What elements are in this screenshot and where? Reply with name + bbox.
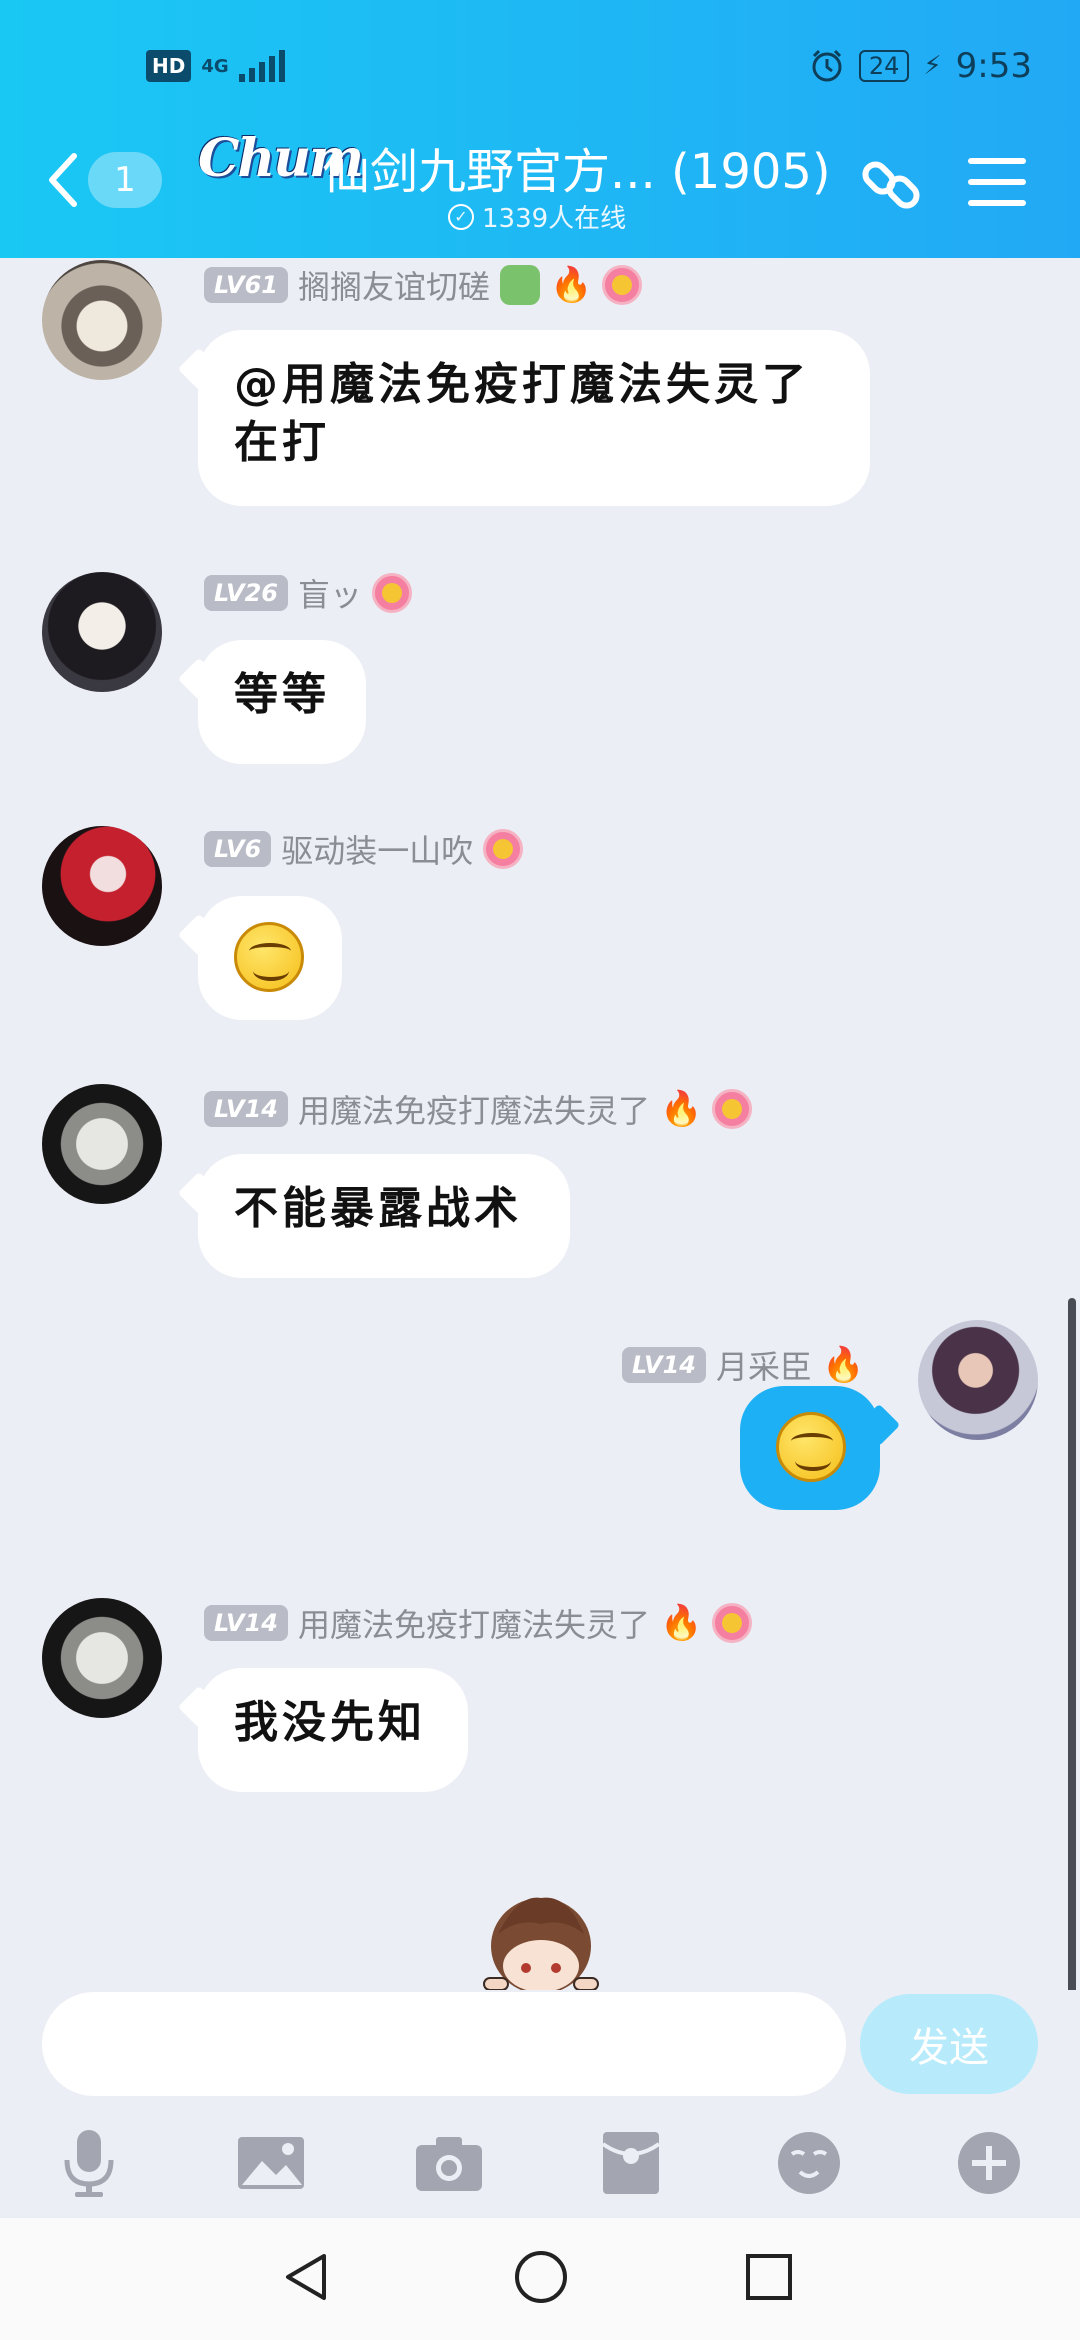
level-badge: LV14 [204,1091,288,1127]
sender-name[interactable]: 用魔法免疫打魔法失灵了 [298,1086,650,1132]
back-arrow-icon [49,153,77,207]
back-button[interactable]: 1 [46,150,162,210]
sender-meta: LV14 用魔法免疫打魔法失灵了 🔥 [204,1600,753,1646]
avatar[interactable] [42,572,162,692]
flower-badge-icon [712,1089,753,1129]
mascot-character-icon [483,1897,599,1990]
battery-level: 24 [858,50,910,82]
status-left: HD 4G [146,50,285,82]
sender-meta: LV14 月采臣 🔥 [622,1342,864,1388]
chat-header: HD 4G 24 ⚡ 9:53 1 Chum 仙剑九野官方... (1905) … [0,0,1080,258]
avatar[interactable] [42,826,162,946]
sender-meta: LV6 驱动装一山吹 [204,826,524,872]
group-member-count: (1905) [671,144,831,200]
sender-name[interactable]: 驱动装一山吹 [281,826,473,872]
online-count: 1339人在线 [482,204,627,234]
sender-meta: LV26 盲ッ [204,570,412,616]
smirk-emoji-icon [776,1412,846,1482]
online-status: ✓ 1339人在线 [448,198,626,235]
level-badge: LV6 [204,831,272,867]
hd-badge: HD [146,50,192,82]
message-bubble[interactable]: 不能暴露战术 [198,1154,570,1278]
message-bubble[interactable]: @用魔法免疫打魔法失灵了 在打 [198,330,870,506]
nav-home-icon[interactable] [506,2242,576,2312]
group-name: 仙剑九野官方... [322,144,656,200]
flower-badge-icon [483,829,524,869]
nav-back-icon[interactable] [272,2242,342,2312]
alarm-icon [812,49,842,82]
fire-badge-icon: 🔥 [821,1345,865,1385]
chat-scrollbar[interactable] [1068,1298,1076,1990]
unread-count: 1 [88,152,162,208]
fire-badge-icon: 🔥 [659,1089,703,1129]
message-input[interactable] [42,1992,846,2096]
sender-meta: LV14 用魔法免疫打魔法失灵了 🔥 [204,1086,753,1132]
dragon-badge-icon [499,265,540,305]
sender-name[interactable]: 搁搁友谊切磋 [298,262,490,308]
sender-name[interactable]: 盲ッ [298,570,362,616]
level-badge: LV26 [204,575,288,611]
send-button[interactable]: 发送 [860,1994,1038,2094]
signal-icon [238,50,285,82]
microphone-icon[interactable] [54,2128,124,2198]
message-list[interactable]: LV61 搁搁友谊切磋 🔥 @用魔法免疫打魔法失灵了 在打 LV26 盲ッ 等等… [0,258,1080,1990]
image-icon[interactable] [236,2128,306,2198]
sender-name[interactable]: 用魔法免疫打魔法失灵了 [298,1600,650,1646]
message-bubble[interactable] [740,1386,880,1510]
level-badge: LV14 [622,1347,706,1383]
fire-badge-icon: 🔥 [659,1603,703,1643]
flower-badge-icon [371,573,412,613]
message-bubble[interactable] [198,896,342,1020]
group-title[interactable]: 仙剑九野官方... (1905) [322,132,831,202]
message-bubble[interactable]: 我没先知 [198,1668,468,1792]
online-check-icon: ✓ [448,203,474,230]
link-icon[interactable] [856,150,928,220]
flower-badge-icon [712,1603,753,1643]
level-badge: LV61 [204,267,288,303]
message-bubble[interactable]: 等等 [198,640,366,764]
clock: 9:53 [955,46,1032,86]
status-bar: HD 4G 24 ⚡ 9:53 [0,0,1080,120]
input-toolbar [0,2120,1080,2220]
sender-meta: LV61 搁搁友谊切磋 🔥 [204,262,643,308]
avatar[interactable] [918,1320,1038,1440]
plus-icon[interactable] [954,2128,1024,2198]
level-badge: LV14 [204,1605,288,1641]
flower-badge-icon [602,265,643,305]
avatar[interactable] [42,1084,162,1204]
composer: 发送 [0,1990,1080,2100]
charging-icon: ⚡ [923,51,942,81]
red-packet-icon[interactable] [596,2128,666,2198]
sender-name[interactable]: 月采臣 [716,1342,812,1388]
nav-recents-icon[interactable] [734,2242,804,2312]
emoji-icon[interactable] [774,2128,844,2198]
status-right: 24 ⚡ 9:53 [809,46,1032,86]
avatar[interactable] [42,1598,162,1718]
fire-badge-icon: 🔥 [549,265,593,305]
camera-icon[interactable] [414,2128,484,2198]
avatar[interactable] [42,260,162,380]
menu-icon[interactable] [968,158,1026,206]
smirk-emoji-icon [234,922,304,992]
system-nav-bar [0,2218,1080,2340]
network-type: 4G [201,55,229,77]
